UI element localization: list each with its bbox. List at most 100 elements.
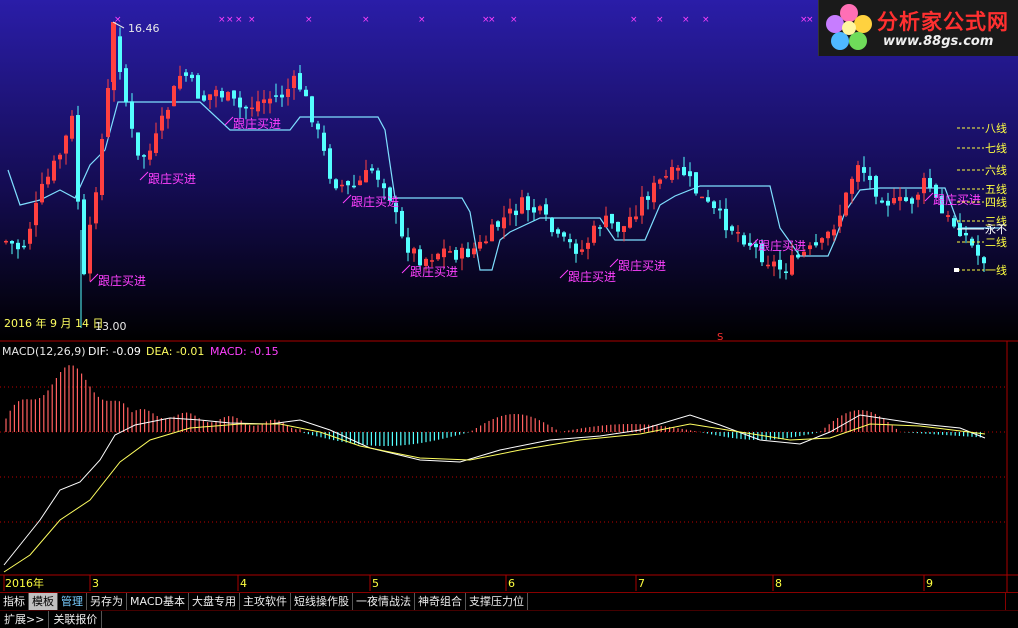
candle-body: [94, 192, 98, 224]
candle-body: [568, 239, 572, 243]
logo-url: www.88gs.com: [883, 34, 994, 49]
candle-body: [562, 232, 566, 237]
candle-body: [430, 260, 434, 262]
candle-body: [202, 95, 206, 101]
candle-body: [844, 192, 848, 216]
top-marker: ×: [248, 15, 256, 25]
candle-body: [274, 95, 278, 97]
candle-body: [40, 183, 44, 203]
axis-label: 2016年: [5, 576, 44, 590]
candle-body: [556, 229, 560, 234]
candle-body: [322, 132, 326, 151]
candle-body: [406, 237, 410, 253]
top-marker: ×: [510, 15, 518, 25]
tab-overnight[interactable]: 一夜情战法: [353, 593, 415, 610]
candle-body: [412, 248, 416, 254]
axis-label: 9: [926, 577, 933, 590]
related-quotes-button[interactable]: 关联报价: [49, 611, 103, 628]
tab-market[interactable]: 大盘专用: [189, 593, 240, 610]
candle-body: [874, 176, 878, 197]
candle-body: [292, 75, 296, 88]
candle-body: [490, 224, 494, 242]
candle-body: [46, 176, 50, 185]
candle-body: [652, 182, 656, 203]
tab-save-as[interactable]: 另存为: [87, 593, 127, 610]
candle-body: [208, 94, 212, 100]
tab-template[interactable]: 模板: [29, 593, 58, 610]
candle-body: [148, 150, 152, 160]
candle-body: [22, 245, 26, 248]
candle-body: [808, 245, 812, 250]
candle-body: [220, 91, 224, 98]
macd-name: MACD(12,26,9): [2, 345, 86, 358]
candle-body: [862, 167, 866, 173]
candle-body: [70, 115, 74, 139]
candle-body: [622, 226, 626, 232]
candle-body: [928, 178, 932, 188]
buy-signal-label: 跟庄买进: [933, 192, 981, 207]
candle-body: [718, 208, 722, 211]
candle-body: [886, 200, 890, 206]
candle-body: [328, 148, 332, 179]
tab-macd-basic[interactable]: MACD基本: [127, 593, 189, 610]
candle-body: [484, 241, 488, 244]
candle-body: [130, 101, 134, 129]
candle-body: [364, 170, 368, 183]
tab-bar-filler: [528, 593, 1005, 610]
candle-body: [460, 247, 464, 259]
candle-body: [814, 242, 818, 246]
candle-body: [976, 244, 980, 256]
high-price-label: 16.46: [128, 22, 160, 35]
candle-body: [544, 204, 548, 215]
candle-body: [496, 221, 500, 227]
tab-support-resistance[interactable]: 支撑压力位: [466, 593, 528, 610]
level-label: 永不: [985, 222, 1007, 236]
tab-manage[interactable]: 管理: [58, 593, 87, 610]
candle-body: [82, 199, 86, 275]
tab-bar-end: [1005, 593, 1018, 610]
candle-body: [184, 72, 188, 76]
tab-magic-combo[interactable]: 神奇组合: [415, 593, 466, 610]
candle-body: [964, 232, 968, 236]
candle-body: [700, 196, 704, 199]
candle-body: [111, 22, 116, 82]
tab-main-attack[interactable]: 主攻软件: [240, 593, 291, 610]
extension-bar: 扩展>> 关联报价: [0, 610, 1018, 628]
candle-body: [118, 36, 122, 72]
candle-body: [880, 200, 884, 203]
level-label: 五线: [985, 182, 1007, 196]
axis-label: 5: [372, 577, 379, 590]
candle-body: [316, 123, 320, 130]
candle-body: [538, 206, 542, 211]
candle-body: [586, 242, 590, 249]
candle-body: [868, 175, 872, 181]
candle-body: [232, 90, 236, 99]
axis-label: 6: [508, 577, 515, 590]
candle-body: [346, 180, 350, 186]
candle-body: [628, 216, 632, 228]
candle-body: [946, 215, 950, 217]
bottom-marker: S: [717, 332, 723, 343]
macd-dea: DEA: -0.01: [146, 345, 204, 358]
chart-area[interactable]: 跟庄买进 跟庄买进 跟庄买进 跟庄买进 跟庄买进 跟庄买进 跟庄买进 跟庄买进 跟庄买进 × × ×…: [0, 0, 1018, 592]
tab-indicator[interactable]: 指标: [0, 593, 29, 610]
top-marker: ×: [630, 15, 638, 25]
indicator-panel-bg: [0, 341, 1018, 574]
candle-body: [376, 170, 380, 180]
date-label: 2016 年 9 月 14 日: [4, 316, 103, 330]
top-marker: ×: [305, 15, 313, 25]
candle-body: [790, 255, 794, 275]
tab-short-term[interactable]: 短线操作股: [291, 593, 353, 610]
extend-button[interactable]: 扩展>>: [0, 611, 50, 628]
candle-body: [352, 185, 356, 188]
candle-body: [64, 135, 68, 154]
macd-value: MACD: -0.15: [210, 345, 279, 358]
top-marker: ×: [806, 15, 814, 25]
candle-body: [670, 167, 674, 180]
axis-label: 3: [92, 577, 99, 590]
top-marker: ×: [362, 15, 370, 25]
candle-body: [142, 155, 146, 157]
candle-body: [784, 271, 788, 273]
buy-signal-label: 跟庄买进: [568, 269, 616, 284]
candle-body: [178, 75, 182, 89]
